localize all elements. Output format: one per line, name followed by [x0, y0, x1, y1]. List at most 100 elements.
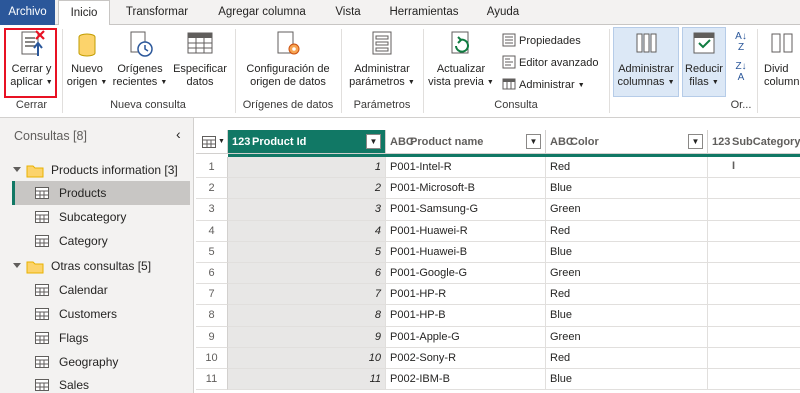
query-group-otras-consultas[interactable]: Otras consultas [5]	[12, 254, 190, 278]
cell-product-name[interactable]: P001-Samsung-G	[386, 199, 546, 221]
cell-color[interactable]: Blue	[546, 305, 708, 327]
cell-product-id[interactable]: 8	[228, 305, 386, 327]
cell-subcategory-id[interactable]	[708, 242, 800, 263]
cell-subcategory-id[interactable]	[708, 369, 800, 391]
query-item-sales[interactable]: Sales	[12, 373, 190, 393]
table-row[interactable]: 10 10 P002-Sony-R Red	[196, 347, 800, 369]
cell-product-id[interactable]: 4	[228, 220, 386, 242]
cell-color[interactable]: Blue	[546, 178, 708, 200]
table-icon	[202, 136, 216, 148]
cell-color[interactable]: Green	[546, 199, 708, 221]
tab-vista[interactable]: Vista	[322, 0, 374, 25]
cell-product-name[interactable]: P001-Intel-R	[386, 157, 546, 179]
table-row[interactable]: 3 3 P001-Samsung-G Green	[196, 199, 800, 221]
advanced-editor-button[interactable]: Editor avanzado	[502, 55, 599, 70]
cell-product-id[interactable]: 2	[228, 178, 386, 200]
cell-product-id[interactable]: 3	[228, 199, 386, 221]
sort-descending-button[interactable]: Z↓ A	[730, 61, 752, 83]
cell-product-id[interactable]: 6	[228, 263, 386, 285]
cell-product-name[interactable]: P001-Huawei-R	[386, 220, 546, 242]
tab-herramientas[interactable]: Herramientas	[376, 0, 472, 25]
column-header-product-id[interactable]: 123 Product Id ▼	[228, 130, 386, 154]
cell-product-id[interactable]: 5	[228, 241, 386, 263]
refresh-preview-button[interactable]: Actualizar vista previa ▼	[426, 29, 496, 89]
collapse-pane-icon[interactable]: ‹	[176, 126, 181, 142]
data-source-settings-button[interactable]: Configuración de origen de datos	[238, 29, 338, 89]
tab-transformar[interactable]: Transformar	[112, 0, 202, 25]
table-icon	[35, 356, 49, 368]
query-item-category[interactable]: Category	[12, 229, 190, 253]
manage-parameters-button[interactable]: Administrar parámetros ▼	[344, 29, 420, 89]
column-header-color[interactable]: ABC Color ▼	[546, 130, 708, 154]
tab-inicio[interactable]: Inicio	[58, 0, 110, 26]
column-filter-dropdown[interactable]: ▼	[688, 134, 703, 149]
cell-subcategory-id[interactable]	[708, 199, 800, 221]
cell-color[interactable]: Red	[546, 347, 708, 369]
cell-product-name[interactable]: P001-Microsoft-B	[386, 178, 546, 200]
cell-subcategory-id[interactable]	[708, 221, 800, 242]
query-item-customers[interactable]: Customers	[12, 302, 190, 326]
table-row[interactable]: 1 1 P001-Intel-R Red	[196, 157, 800, 179]
cell-product-name[interactable]: P001-HP-R	[386, 284, 546, 306]
tab-archivo[interactable]: Archivo	[0, 0, 55, 25]
cell-product-name[interactable]: P001-Apple-G	[386, 326, 546, 348]
cell-subcategory-id[interactable]	[708, 348, 800, 369]
table-row[interactable]: 9 9 P001-Apple-G Green	[196, 326, 800, 348]
manage-button[interactable]: Administrar ▼	[502, 77, 585, 92]
cell-product-name[interactable]: P001-HP-B	[386, 305, 546, 327]
cell-subcategory-id[interactable]	[708, 157, 800, 179]
recent-sources-button[interactable]: Orígenes recientes ▼	[112, 29, 168, 89]
cell-product-id[interactable]: 10	[228, 347, 386, 369]
query-item-flags[interactable]: Flags	[12, 326, 190, 350]
column-filter-dropdown[interactable]: ▼	[526, 134, 541, 149]
cell-product-name[interactable]: P002-IBM-B	[386, 369, 546, 391]
query-item-label: Category	[59, 234, 108, 248]
tab-ayuda[interactable]: Ayuda	[474, 0, 532, 25]
new-source-button[interactable]: Nuevo origen ▼	[64, 29, 110, 89]
tab-agregar-columna[interactable]: Agregar columna	[204, 0, 320, 25]
cell-subcategory-id[interactable]	[708, 263, 800, 285]
cell-subcategory-id[interactable]	[708, 284, 800, 306]
manage-columns-button[interactable]: Administrar columnas ▼	[613, 29, 679, 89]
query-item-geography[interactable]: Geography	[12, 350, 190, 374]
cell-subcategory-id[interactable]	[708, 305, 800, 327]
cell-product-id[interactable]: 11	[228, 369, 386, 391]
row-number: 7	[196, 284, 228, 306]
query-item-subcategory[interactable]: Subcategory	[12, 205, 190, 229]
table-row[interactable]: 4 4 P001-Huawei-R Red	[196, 220, 800, 242]
table-row[interactable]: 2 2 P001-Microsoft-B Blue	[196, 178, 800, 200]
cell-color[interactable]: Red	[546, 220, 708, 242]
table-menu-button[interactable]: ▼	[196, 130, 228, 154]
sort-ascending-button[interactable]: A↓ Z	[730, 31, 752, 53]
cell-color[interactable]: Blue	[546, 369, 708, 391]
column-header-product-name[interactable]: ABC Product name ▼	[386, 130, 546, 154]
table-row[interactable]: 7 7 P001-HP-R Red	[196, 284, 800, 306]
query-item-label: Products	[59, 186, 107, 200]
table-row[interactable]: 8 8 P001-HP-B Blue	[196, 305, 800, 327]
query-group-products-information[interactable]: Products information [3]	[12, 158, 190, 182]
column-filter-dropdown[interactable]: ▼	[366, 134, 381, 149]
table-row[interactable]: 5 5 P001-Huawei-B Blue	[196, 241, 800, 263]
cell-color[interactable]: Red	[546, 157, 708, 179]
query-item-products[interactable]: Products	[12, 181, 190, 205]
enter-data-button[interactable]: Especificar datos	[170, 29, 230, 89]
cell-product-name[interactable]: P002-Sony-R	[386, 347, 546, 369]
cell-product-id[interactable]: 1	[228, 157, 386, 179]
cell-color[interactable]: Green	[546, 326, 708, 348]
properties-button[interactable]: Propiedades	[502, 33, 581, 48]
cell-color[interactable]: Red	[546, 284, 708, 306]
cell-color[interactable]: Blue	[546, 241, 708, 263]
reduce-rows-button[interactable]: Reducir filas ▼	[682, 29, 726, 89]
cell-product-id[interactable]: 7	[228, 284, 386, 306]
cell-product-name[interactable]: P001-Huawei-B	[386, 241, 546, 263]
table-row[interactable]: 6 6 P001-Google-G Green	[196, 263, 800, 285]
cell-subcategory-id[interactable]	[708, 178, 800, 200]
column-header-subcategory-id[interactable]: 123 SubCategory I	[708, 130, 800, 172]
cell-product-name[interactable]: P001-Google-G	[386, 263, 546, 285]
split-column-button[interactable]: Divid column	[760, 29, 800, 89]
query-item-calendar[interactable]: Calendar	[12, 278, 190, 302]
cell-product-id[interactable]: 9	[228, 326, 386, 348]
table-row[interactable]: 11 11 P002-IBM-B Blue	[196, 369, 800, 391]
cell-color[interactable]: Green	[546, 263, 708, 285]
cell-subcategory-id[interactable]	[708, 327, 800, 348]
